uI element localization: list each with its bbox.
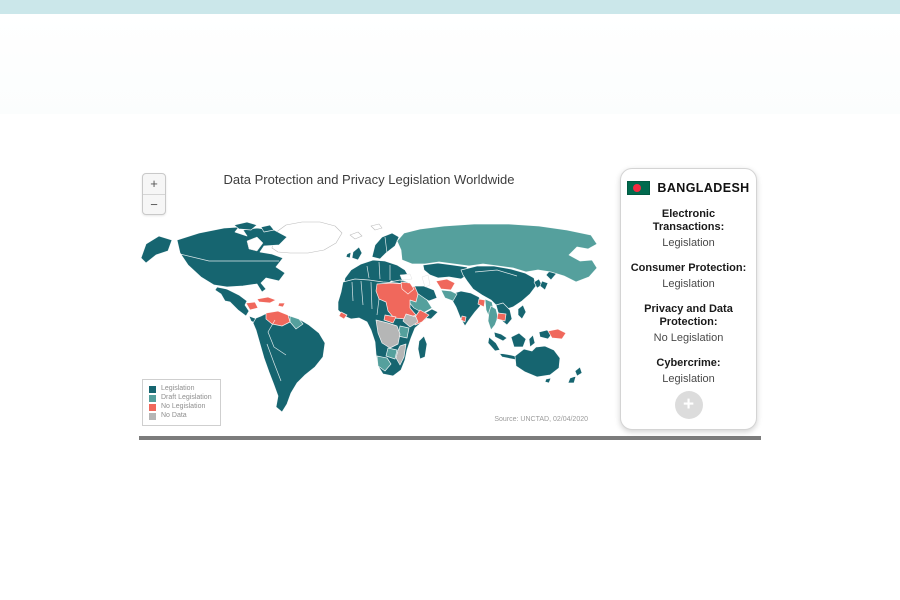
top-accent-bar (0, 0, 900, 14)
bangladesh-flag-icon (627, 181, 650, 195)
section-label: Cybercrime: (629, 357, 748, 370)
flag-disc (633, 184, 641, 192)
legend-swatch-legislation (149, 386, 156, 393)
horizontal-scrollbar[interactable] (139, 436, 761, 440)
section-electronic-transactions: Electronic Transactions: Legislation (629, 208, 748, 249)
legend-item-no-legislation: No Legislation (149, 403, 212, 411)
map-zoom-control: + − (142, 173, 166, 215)
legend-label: No Data (161, 412, 187, 420)
zoom-out-button[interactable]: − (143, 194, 165, 214)
map-title: Data Protection and Privacy Legislation … (139, 172, 599, 187)
map-legend: Legislation Draft Legislation No Legisla… (142, 379, 221, 426)
greenland-outline (272, 222, 382, 253)
legend-swatch-draft-legislation (149, 395, 156, 402)
legend-label: No Legislation (161, 403, 205, 411)
section-label: Privacy and Data Protection: (629, 303, 748, 329)
country-detail-panel: BANGLADESH Electronic Transactions: Legi… (620, 168, 757, 430)
legend-label: Legislation (161, 385, 194, 393)
expand-panel-button[interactable]: + (675, 391, 703, 419)
section-label: Electronic Transactions: (629, 208, 748, 234)
zoom-in-button[interactable]: + (143, 174, 165, 194)
legend-swatch-no-legislation (149, 404, 156, 411)
header-background (0, 14, 900, 114)
country-name: BANGLADESH (657, 181, 749, 195)
legend-item-legislation: Legislation (149, 385, 212, 393)
legend-item-draft-legislation: Draft Legislation (149, 394, 212, 402)
legend-item-no-data: No Data (149, 412, 212, 420)
section-consumer-protection: Consumer Protection: Legislation (629, 262, 748, 290)
map-source-credit: Source: UNCTAD, 02/04/2020 (415, 416, 588, 423)
section-cybercrime: Cybercrime: Legislation (629, 357, 748, 385)
section-value: Legislation (629, 373, 748, 385)
map-widget: Data Protection and Privacy Legislation … (139, 160, 761, 442)
section-value: Legislation (629, 237, 748, 249)
section-value: No Legislation (629, 332, 748, 344)
section-privacy-data-protection: Privacy and Data Protection: No Legislat… (629, 303, 748, 344)
section-label: Consumer Protection: (629, 262, 748, 275)
panel-header: BANGLADESH (629, 181, 748, 195)
legend-label: Draft Legislation (161, 394, 212, 402)
legend-swatch-no-data (149, 413, 156, 420)
section-value: Legislation (629, 278, 748, 290)
